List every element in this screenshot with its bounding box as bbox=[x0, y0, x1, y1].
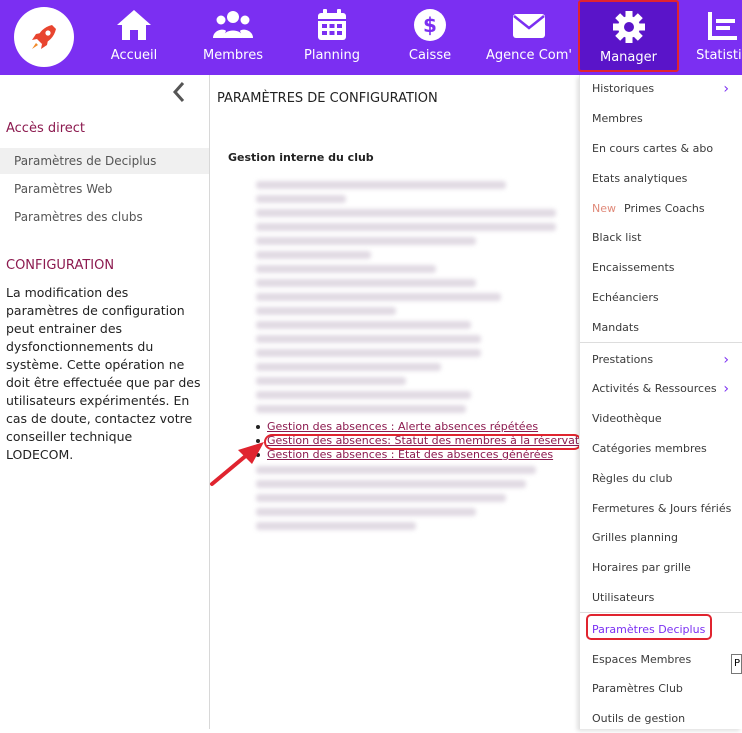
menu-item-espaces-membres[interactable]: Espaces Membres bbox=[580, 646, 742, 674]
nav-label: Caisse bbox=[408, 48, 452, 63]
chevron-left-icon[interactable] bbox=[172, 81, 186, 109]
menu-item-utilisateurs[interactable]: Utilisateurs bbox=[580, 584, 742, 612]
blurred-list-item bbox=[256, 251, 371, 259]
blurred-list-item bbox=[256, 237, 476, 245]
blurred-list-item bbox=[256, 508, 476, 516]
menu-item-prestations[interactable]: Prestations › bbox=[580, 346, 742, 374]
link-alerte-absences[interactable]: Gestion des absences : Alerte absences r… bbox=[256, 420, 538, 433]
blurred-list-item bbox=[256, 377, 406, 385]
page-title: PARAMÈTRES DE CONFIGURATION bbox=[217, 91, 438, 106]
chart-icon bbox=[708, 12, 737, 40]
blurred-list-item bbox=[256, 265, 436, 273]
rocket-icon bbox=[32, 25, 56, 49]
menu-item-en-cours[interactable]: En cours cartes & abo bbox=[580, 135, 742, 163]
top-nav-bar: Accueil Membres Planning $ Caisse Agence… bbox=[0, 0, 742, 75]
menu-item-regles-club[interactable]: Règles du club bbox=[580, 465, 742, 493]
menu-divider bbox=[580, 342, 742, 343]
mail-icon bbox=[513, 14, 545, 38]
calendar-icon bbox=[318, 9, 346, 40]
highlight-box bbox=[586, 614, 712, 640]
gear-icon bbox=[612, 11, 645, 43]
section-title: Gestion interne du club bbox=[228, 151, 374, 164]
menu-item-videotheque[interactable]: Videothèque bbox=[580, 405, 742, 433]
menu-item-membres[interactable]: Membres bbox=[580, 105, 742, 133]
blurred-list-item bbox=[256, 466, 536, 474]
nav-label: Accueil bbox=[110, 48, 158, 63]
menu-label: Activités & Ressources bbox=[592, 382, 717, 395]
highlight-box bbox=[264, 434, 582, 450]
blurred-list-item bbox=[256, 405, 466, 413]
menu-item-encaissements[interactable]: Encaissements bbox=[580, 254, 742, 282]
chevron-right-icon: › bbox=[723, 381, 729, 397]
sidebar-item-parametres-web[interactable]: Paramètres Web bbox=[0, 176, 209, 202]
chevron-right-icon: › bbox=[723, 352, 729, 368]
menu-item-activites-ressources[interactable]: Activités & Ressources › bbox=[580, 375, 742, 403]
nav-label: Planning bbox=[304, 48, 360, 63]
blurred-list-item bbox=[256, 391, 471, 399]
blurred-list-item bbox=[256, 209, 556, 217]
configuration-title: CONFIGURATION bbox=[6, 258, 115, 273]
blurred-list-item bbox=[256, 321, 471, 329]
nav-planning[interactable]: Planning bbox=[302, 0, 362, 75]
nav-statistiques[interactable]: Statistiq bbox=[693, 0, 742, 75]
blurred-list-item bbox=[256, 181, 506, 189]
sidebar-item-parametres-clubs[interactable]: Paramètres des clubs bbox=[0, 204, 209, 230]
left-sidebar: Accès direct Paramètres de Deciplus Para… bbox=[0, 75, 210, 729]
menu-item-black-list[interactable]: Black list bbox=[580, 224, 742, 252]
blurred-list-item bbox=[256, 223, 556, 231]
blurred-list-item bbox=[256, 494, 506, 502]
blurred-list-item bbox=[256, 293, 501, 301]
menu-label: Historiques bbox=[592, 82, 655, 95]
home-icon bbox=[117, 10, 151, 40]
nav-accueil[interactable]: Accueil bbox=[104, 0, 164, 75]
nav-label: Membres bbox=[203, 48, 263, 63]
blurred-list-item bbox=[256, 363, 441, 371]
configuration-warning: La modification des paramètres de config… bbox=[6, 285, 201, 462]
acces-direct-title: Accès direct bbox=[6, 121, 86, 136]
nav-agence-com[interactable]: Agence Com' bbox=[486, 0, 572, 75]
blurred-list-item bbox=[256, 480, 526, 488]
menu-item-categories-membres[interactable]: Catégories membres bbox=[580, 435, 742, 463]
blurred-list-item bbox=[256, 349, 481, 357]
submenu-stub: P bbox=[731, 654, 742, 674]
blurred-list-item bbox=[256, 522, 416, 530]
menu-item-etats-analytiques[interactable]: Etats analytiques bbox=[580, 165, 742, 193]
menu-item-grilles-planning[interactable]: Grilles planning bbox=[580, 524, 742, 552]
blurred-list-item bbox=[256, 335, 481, 343]
menu-item-primes-coachs[interactable]: New Primes Coachs bbox=[580, 195, 742, 223]
menu-item-parametres-club[interactable]: Paramètres Club bbox=[580, 675, 742, 703]
menu-label: Prestations bbox=[592, 353, 654, 366]
link-text[interactable]: Gestion des absences : Alerte absences r… bbox=[267, 420, 538, 433]
menu-label: Primes Coachs bbox=[624, 202, 705, 215]
menu-item-horaires-grille[interactable]: Horaires par grille bbox=[580, 554, 742, 582]
nav-manager[interactable]: Manager bbox=[578, 0, 679, 72]
dollar-icon: $ bbox=[414, 9, 446, 41]
blurred-list-item bbox=[256, 195, 346, 203]
nav-label: Manager bbox=[600, 50, 657, 65]
nav-label: Agence Com' bbox=[486, 48, 572, 63]
red-arrow-icon bbox=[210, 442, 264, 486]
users-icon bbox=[213, 11, 253, 38]
blurred-list-item bbox=[256, 307, 396, 315]
menu-item-mandats[interactable]: Mandats bbox=[580, 314, 742, 342]
menu-item-historiques[interactable]: Historiques › bbox=[580, 75, 742, 103]
bullet bbox=[256, 425, 260, 429]
menu-divider bbox=[580, 612, 742, 613]
blurred-list-item bbox=[256, 279, 476, 287]
nav-membres[interactable]: Membres bbox=[200, 0, 266, 75]
svg-text:$: $ bbox=[423, 13, 437, 37]
rocket-logo[interactable] bbox=[14, 7, 74, 67]
sidebar-item-parametres-deciplus[interactable]: Paramètres de Deciplus bbox=[0, 148, 209, 174]
nav-label: Statistiq bbox=[696, 48, 742, 63]
new-badge: New bbox=[592, 202, 616, 215]
chevron-right-icon: › bbox=[723, 81, 729, 97]
nav-caisse[interactable]: $ Caisse bbox=[405, 0, 455, 75]
menu-item-echeanciers[interactable]: Echéanciers bbox=[580, 284, 742, 312]
menu-item-fermetures[interactable]: Fermetures & Jours fériés bbox=[580, 495, 742, 523]
